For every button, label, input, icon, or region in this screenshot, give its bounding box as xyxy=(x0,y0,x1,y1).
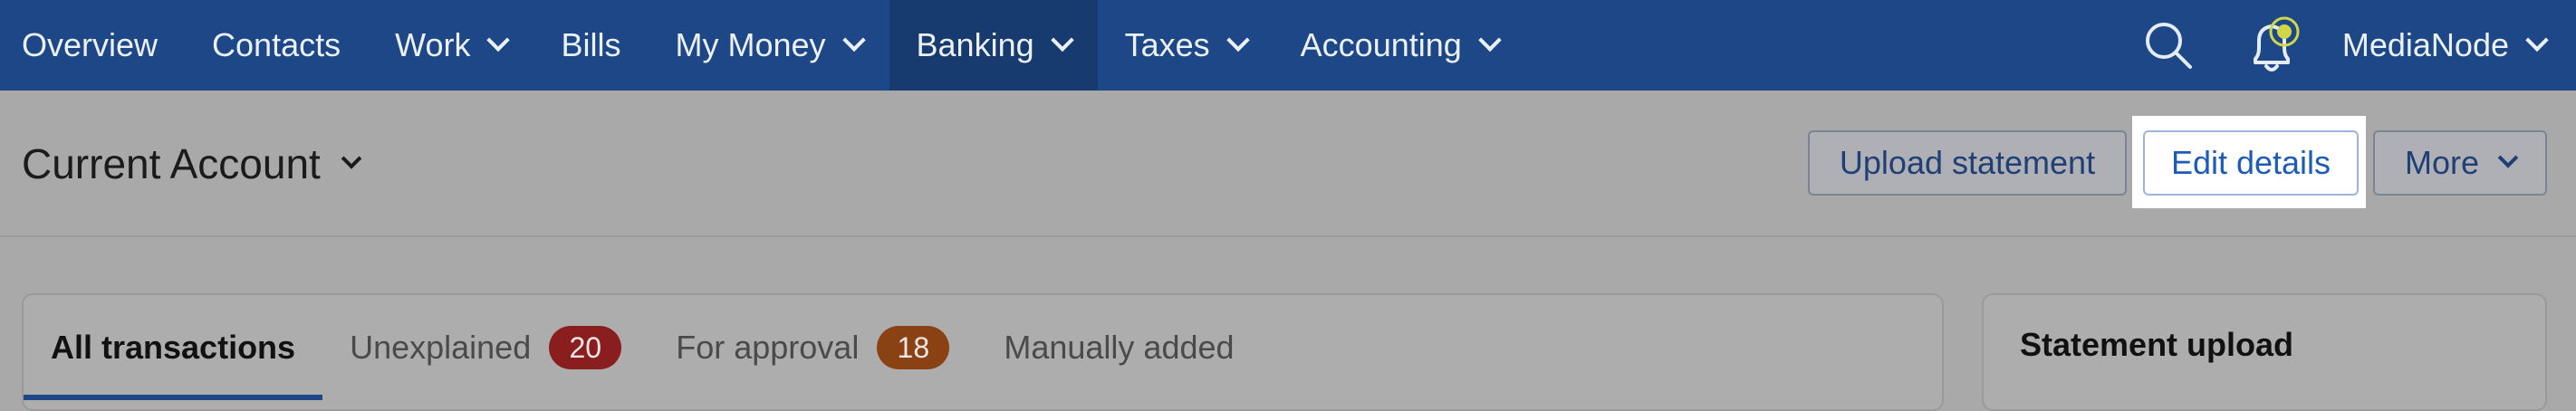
chevron-down-icon xyxy=(2525,28,2549,53)
search-button[interactable] xyxy=(2132,0,2205,91)
nav-my-money[interactable]: My Money xyxy=(648,0,889,91)
nav-right-group: MediaNode xyxy=(2132,0,2576,91)
statement-upload-title: Statement upload xyxy=(2020,326,2294,363)
nav-taxes[interactable]: Taxes xyxy=(1098,0,1274,91)
more-button[interactable]: More xyxy=(2373,130,2547,196)
chevron-down-icon xyxy=(1050,28,1074,53)
nav-contacts-label: Contacts xyxy=(212,26,341,63)
page-header: Current Account Upload statement Edit de… xyxy=(0,91,2576,237)
transactions-panel: All transactions Unexplained 20 For appr… xyxy=(22,293,1944,411)
upload-statement-label: Upload statement xyxy=(1839,144,2096,181)
statement-upload-panel: Statement upload xyxy=(1982,293,2547,411)
nav-work-label: Work xyxy=(395,26,471,63)
unexplained-count-badge: 20 xyxy=(549,326,622,369)
nav-banking[interactable]: Banking xyxy=(889,0,1098,91)
user-menu[interactable]: MediaNode xyxy=(2310,0,2576,91)
nav-my-money-label: My Money xyxy=(675,26,826,63)
edit-details-button[interactable]: Edit details xyxy=(2143,130,2359,196)
upload-statement-button[interactable]: Upload statement xyxy=(1808,130,2127,196)
nav-bills[interactable]: Bills xyxy=(533,0,648,91)
nav-accounting-label: Accounting xyxy=(1300,26,1462,63)
nav-overview[interactable]: Overview xyxy=(0,0,185,91)
for-approval-count-badge: 18 xyxy=(877,326,950,369)
tab-manually-added-label: Manually added xyxy=(1004,329,1235,366)
nav-bills-label: Bills xyxy=(561,26,621,63)
notifications-button[interactable] xyxy=(2237,0,2310,91)
nav-taxes-label: Taxes xyxy=(1124,26,1210,63)
tab-unexplained[interactable]: Unexplained 20 xyxy=(322,295,649,400)
chevron-down-icon xyxy=(1226,28,1250,53)
user-name: MediaNode xyxy=(2341,26,2509,63)
account-selector[interactable]: Current Account xyxy=(22,139,362,188)
top-navigation: Overview Contacts Work Bills My Money Ba… xyxy=(0,0,2576,91)
nav-contacts[interactable]: Contacts xyxy=(185,0,368,91)
transaction-tabs: All transactions Unexplained 20 For appr… xyxy=(24,295,1262,400)
chevron-down-icon xyxy=(841,28,866,53)
tab-all-transactions-label: All transactions xyxy=(51,329,296,366)
search-icon xyxy=(2145,23,2192,69)
tab-all-transactions[interactable]: All transactions xyxy=(24,295,323,400)
chevron-down-icon xyxy=(2497,148,2519,168)
chevron-down-icon xyxy=(1478,28,1502,53)
page-title: Current Account xyxy=(22,140,321,187)
bell-icon xyxy=(2253,16,2300,72)
chevron-down-icon xyxy=(341,148,362,169)
nav-banking-label: Banking xyxy=(916,26,1034,63)
edit-details-label: Edit details xyxy=(2170,144,2331,181)
nav-overview-label: Overview xyxy=(22,26,159,63)
nav-accounting[interactable]: Accounting xyxy=(1274,0,1525,91)
tab-for-approval[interactable]: For approval 18 xyxy=(649,295,976,400)
more-label: More xyxy=(2404,144,2480,181)
tab-for-approval-label: For approval xyxy=(676,329,860,366)
tab-unexplained-label: Unexplained xyxy=(350,329,532,366)
chevron-down-icon xyxy=(486,28,511,53)
tab-manually-added[interactable]: Manually added xyxy=(976,295,1261,400)
nav-work[interactable]: Work xyxy=(368,0,533,91)
